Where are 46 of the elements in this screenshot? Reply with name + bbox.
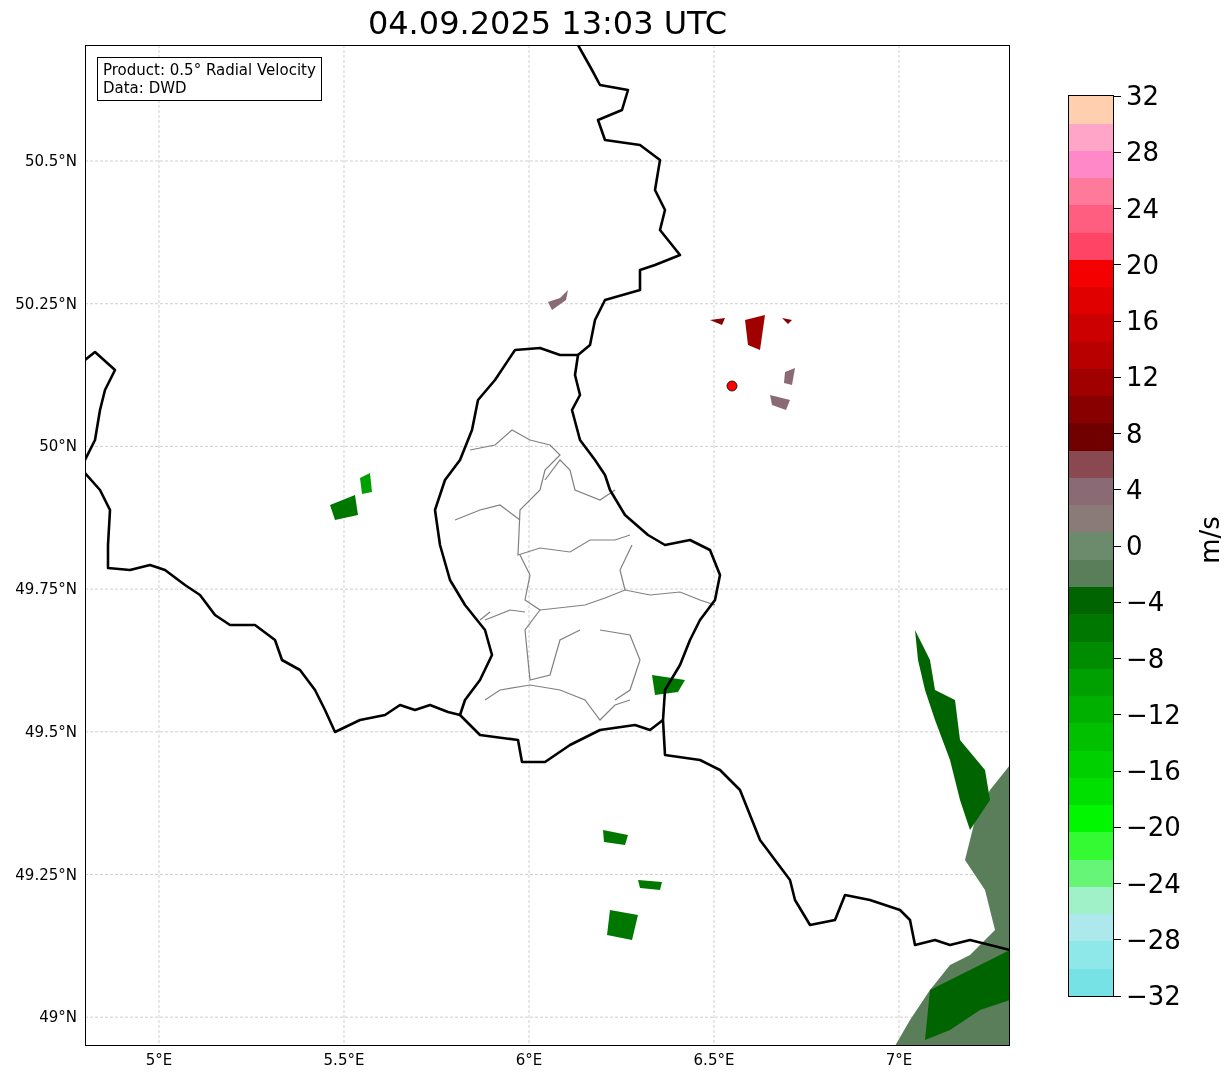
- colorbar-tick-label: 8: [1126, 418, 1143, 449]
- radar-echo: [710, 318, 725, 325]
- latitude-label: 49.5°N: [24, 722, 77, 741]
- colorbar-tick-label: −8: [1126, 643, 1165, 674]
- colorbar-tick-label: 20: [1126, 249, 1160, 280]
- radar-echo: [782, 318, 792, 324]
- colorbar-tick-label: 28: [1126, 137, 1160, 168]
- longitude-label: 5.5°E: [323, 1051, 365, 1069]
- colorbar-tick-label: −20: [1126, 812, 1181, 843]
- radar-echo: [360, 473, 372, 494]
- colorbar-tick-label: 16: [1126, 306, 1160, 336]
- colorbar-tick-label: −12: [1126, 699, 1181, 730]
- colorbar-tick-label: 12: [1126, 362, 1160, 393]
- latitude-label: 50°N: [39, 437, 77, 456]
- colorbar-tick-label: −16: [1126, 756, 1181, 786]
- radar-echo: [330, 495, 358, 520]
- radar-echo: [652, 675, 685, 695]
- latitude-label: 50.25°N: [15, 294, 77, 313]
- colorbar-tick-label: 0: [1126, 531, 1143, 561]
- longitude-label: 6.5°E: [693, 1051, 735, 1069]
- longitude-label: 5°E: [145, 1051, 173, 1069]
- radar-echo: [603, 830, 628, 845]
- colorbar-tick-label: 24: [1126, 193, 1160, 224]
- radar-echo: [607, 910, 638, 940]
- radar-echo: [638, 880, 662, 890]
- colorbar-tick-label: 4: [1126, 474, 1143, 505]
- radar-site-marker: [726, 380, 738, 392]
- radar-echo: [745, 315, 765, 350]
- chart-title: 04.09.2025 13:03 UTC: [367, 3, 728, 42]
- latitude-label: 49.25°N: [15, 865, 77, 884]
- info-text: Product: 0.5° Radial Velocity: [103, 61, 316, 79]
- latitude-label: 49.75°N: [15, 580, 77, 599]
- colorbar-tick-label: −4: [1126, 587, 1165, 618]
- longitude-label: 6°E: [515, 1051, 543, 1069]
- radar-echo: [770, 395, 790, 410]
- colorbar-tick-label: 32: [1126, 81, 1160, 111]
- info-text: Data: DWD: [103, 79, 188, 97]
- colorbar-tick-label: −24: [1126, 868, 1181, 899]
- longitude-label: 7°E: [885, 1051, 913, 1069]
- colorbar-tick-label: −32: [1126, 981, 1181, 1011]
- radar-echo: [784, 368, 795, 385]
- latitude-label: 50.5°N: [24, 152, 77, 170]
- latitude-label: 49°N: [39, 1008, 77, 1027]
- colorbar-label: m/s: [1194, 516, 1225, 564]
- radar-echo: [548, 290, 568, 310]
- colorbar-tick-label: −28: [1126, 924, 1181, 955]
